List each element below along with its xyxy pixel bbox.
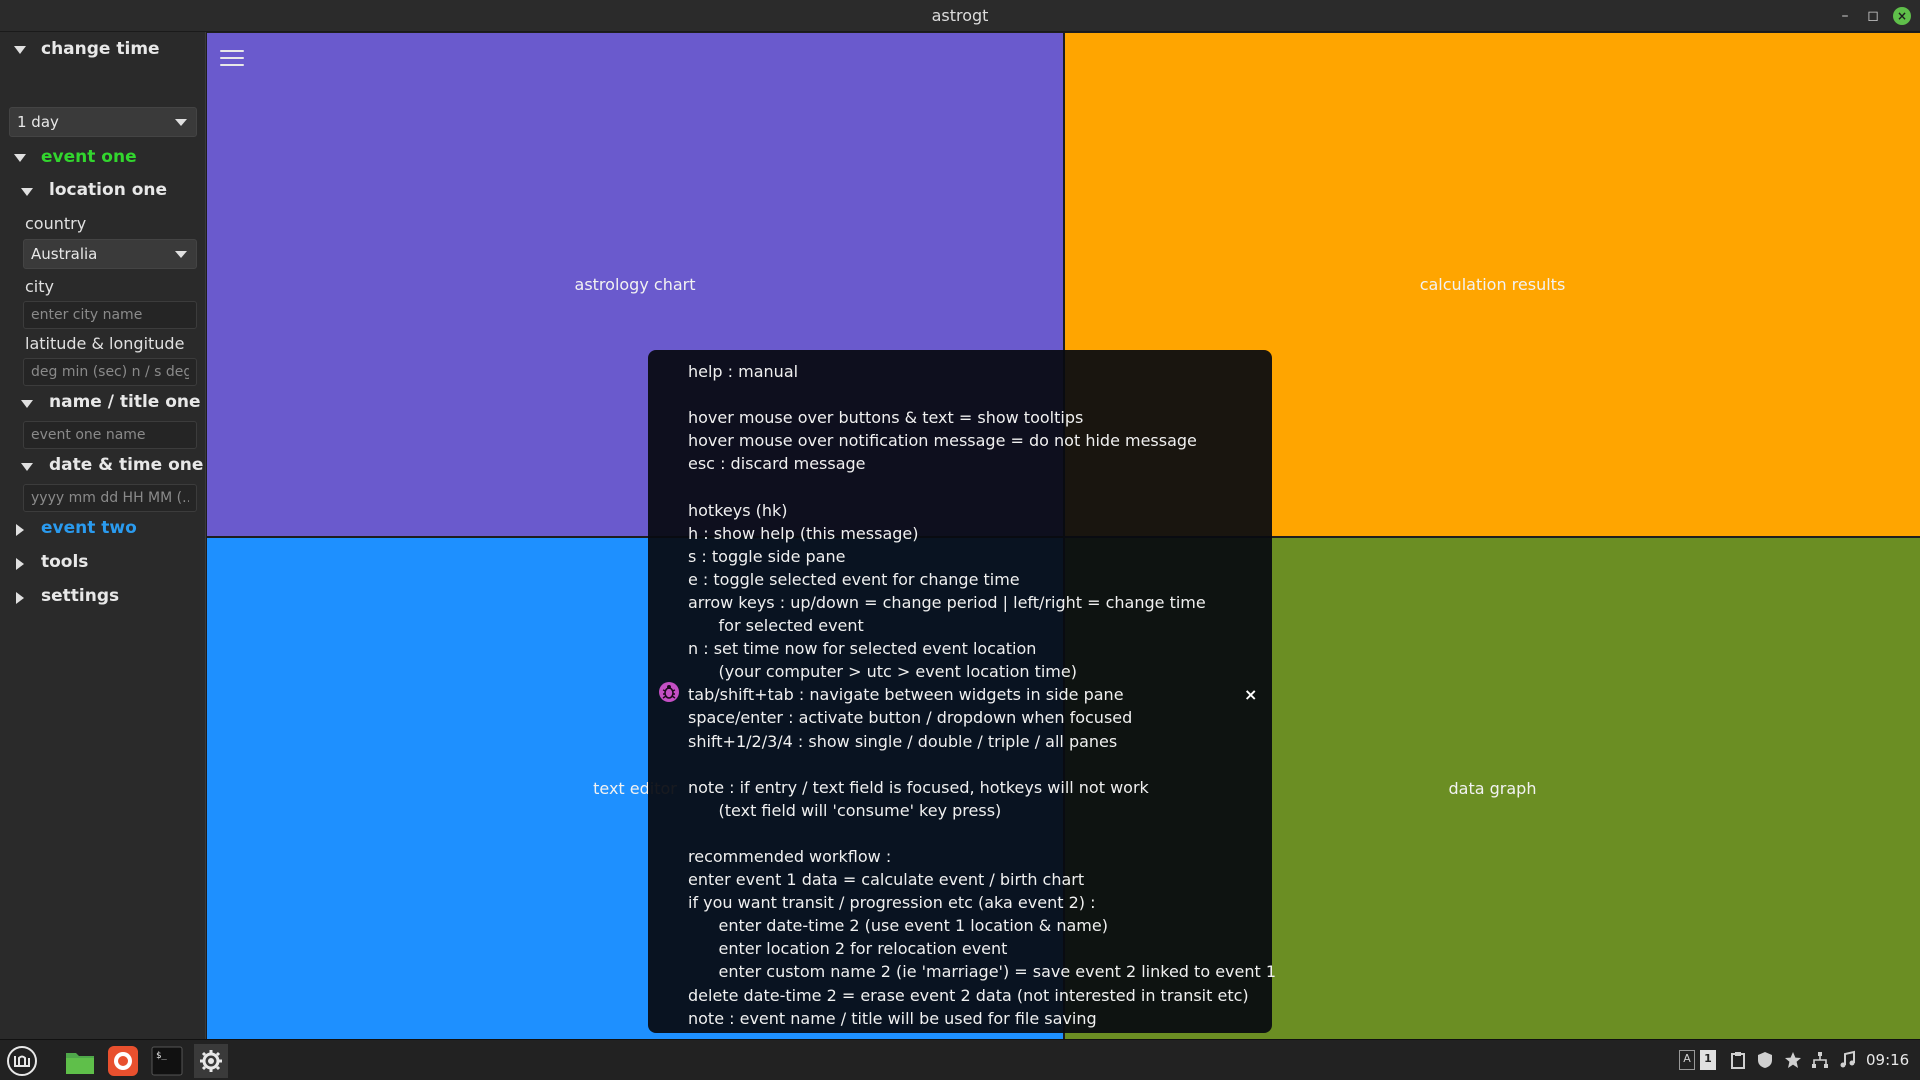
close-help-button[interactable]: ×	[1244, 685, 1257, 704]
latlong-input[interactable]	[24, 359, 196, 385]
datetime-one-header[interactable]: date & time one	[49, 455, 203, 475]
hamburger-menu-icon[interactable]	[220, 50, 244, 68]
help-line: hover mouse over buttons & text = show t…	[688, 408, 1084, 428]
data-graph-label: data graph	[1448, 779, 1537, 798]
bug-icon	[659, 682, 679, 702]
event-one-header[interactable]: event one	[41, 147, 137, 167]
help-line: enter custom name 2 (ie 'marriage') = sa…	[688, 962, 1277, 982]
help-line: help : manual	[688, 362, 799, 381]
city-field[interactable]	[23, 301, 197, 329]
workspace-indicator[interactable]: 1	[1700, 1050, 1716, 1070]
astrology-chart-label: astrology chart	[574, 275, 696, 294]
window-title: astrogt	[931, 6, 989, 25]
chevron-down-icon	[175, 251, 187, 258]
datetime-field[interactable]	[23, 484, 197, 512]
star-icon[interactable]	[1783, 1050, 1803, 1070]
help-line: (text field will 'consume' key press)	[688, 800, 1002, 820]
shield-icon[interactable]	[1755, 1050, 1775, 1070]
sound-icon[interactable]	[1838, 1050, 1858, 1070]
keyboard-layout-indicator[interactable]: A	[1679, 1050, 1695, 1070]
help-line: delete date-time 2 = erase event 2 data …	[688, 985, 1249, 1005]
city-input[interactable]	[24, 302, 196, 328]
help-line	[688, 822, 1276, 845]
clipboard-icon[interactable]	[1728, 1050, 1748, 1070]
mint-menu-icon[interactable]	[5, 1044, 39, 1078]
tools-header[interactable]: tools	[41, 552, 88, 572]
expander-change-time-icon[interactable]	[14, 46, 26, 54]
chevron-down-icon	[175, 119, 187, 126]
terminal-icon[interactable]: $_	[150, 1044, 184, 1078]
network-icon[interactable]	[1810, 1050, 1830, 1070]
country-dropdown[interactable]: Australia	[23, 239, 197, 269]
help-line: note : if entry / text field is focused,…	[688, 777, 1149, 797]
help-line: e : toggle selected event for change tim…	[688, 569, 1020, 589]
event-name-input[interactable]	[24, 422, 196, 448]
help-line: hotkeys (hk)	[688, 500, 788, 520]
help-notification[interactable]: help : manual hover mouse over buttons & …	[648, 350, 1276, 1033]
help-line: s : toggle side pane	[688, 546, 846, 566]
event-name-field[interactable]	[23, 421, 197, 449]
country-value: Australia	[31, 245, 98, 263]
help-line: h : show help (this message)	[688, 523, 919, 543]
help-line: esc : discard message	[688, 454, 866, 474]
expander-event-one-icon[interactable]	[14, 154, 26, 162]
svg-text:$_: $_	[156, 1051, 167, 1061]
title-bar: astrogt – ◻ ×	[0, 0, 1920, 32]
expander-event-two-icon[interactable]	[16, 524, 24, 536]
help-line: arrow keys : up/down = change period | l…	[688, 592, 1206, 612]
help-line: shift+1/2/3/4 : show single / double / t…	[688, 731, 1118, 751]
close-window-button[interactable]: ×	[1893, 7, 1911, 25]
event-two-header[interactable]: event two	[41, 518, 137, 538]
firefox-icon[interactable]	[106, 1044, 140, 1078]
help-text: help : manual hover mouse over buttons & …	[688, 360, 1276, 1030]
datetime-input[interactable]	[24, 485, 196, 511]
help-line	[688, 383, 1276, 406]
expander-tools-icon[interactable]	[16, 558, 24, 570]
calculation-results-label: calculation results	[1419, 275, 1566, 294]
expander-datetime-one-icon[interactable]	[21, 463, 33, 471]
help-line	[688, 753, 1276, 776]
help-line: enter location 2 for relocation event	[688, 939, 1008, 959]
expander-settings-icon[interactable]	[16, 592, 24, 604]
latlong-field[interactable]	[23, 358, 197, 386]
help-line	[688, 475, 1276, 498]
change-time-header[interactable]: change time	[41, 39, 160, 59]
settings-app-icon[interactable]	[194, 1044, 228, 1078]
period-dropdown[interactable]: 1 day	[9, 107, 197, 137]
clock[interactable]: 09:16	[1866, 1051, 1909, 1069]
minimize-button[interactable]: –	[1836, 7, 1854, 25]
side-pane: change time 1 day event one location one…	[0, 32, 206, 1039]
help-line: n : set time now for selected event loca…	[688, 639, 1037, 659]
help-line: if you want transit / progression etc (a…	[688, 893, 1096, 913]
location-one-header[interactable]: location one	[49, 180, 167, 200]
settings-header[interactable]: settings	[41, 586, 119, 606]
help-line: enter event 1 data = calculate event / b…	[688, 870, 1085, 890]
name-one-header[interactable]: name / title one	[49, 392, 201, 412]
help-line: (your computer > utc > event location ti…	[688, 662, 1077, 682]
help-line: space/enter : activate button / dropdown…	[688, 708, 1133, 728]
maximize-button[interactable]: ◻	[1864, 7, 1882, 25]
help-line: note : event name / title will be used f…	[688, 1008, 1097, 1028]
latlong-label: latitude & longitude	[25, 334, 185, 353]
period-value: 1 day	[17, 113, 59, 131]
country-label: country	[25, 214, 87, 233]
files-icon[interactable]	[63, 1044, 97, 1078]
help-line: enter date-time 2 (use event 1 location …	[688, 916, 1108, 936]
help-line: tab/shift+tab : navigate between widgets…	[688, 685, 1124, 705]
help-line: hover mouse over notification message = …	[688, 431, 1197, 451]
expander-name-one-icon[interactable]	[21, 400, 33, 408]
expander-location-one-icon[interactable]	[21, 188, 33, 196]
taskbar: $_ A 1 09:16	[0, 1039, 1920, 1080]
help-line: for selected event	[688, 616, 864, 636]
help-line: recommended workflow :	[688, 846, 892, 866]
city-label: city	[25, 277, 54, 296]
